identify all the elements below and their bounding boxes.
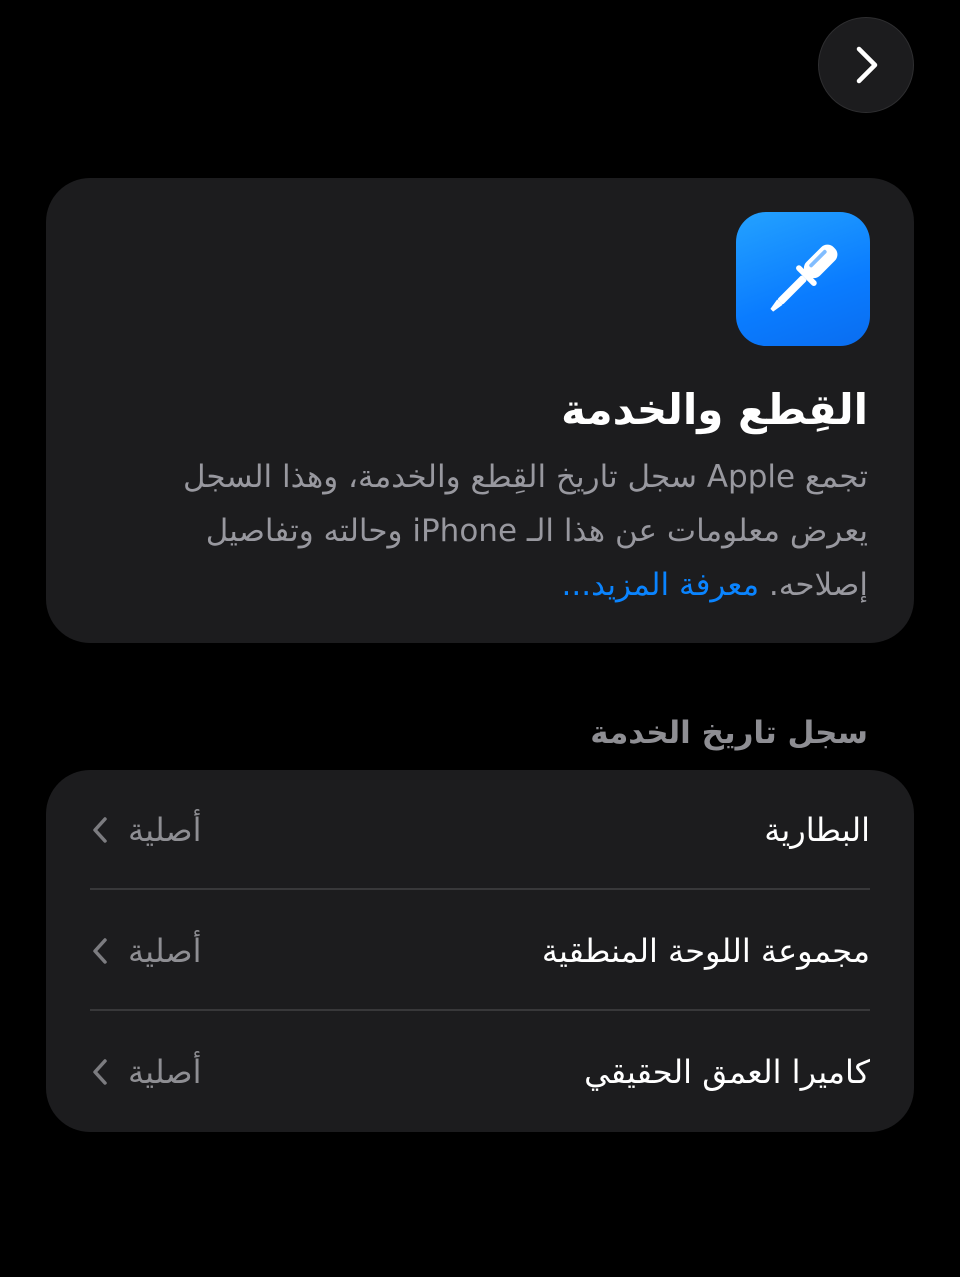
list-item-truedepth-camera[interactable]: كاميرا العمق الحقيقي أصلية	[46, 1012, 914, 1132]
chevron-left-icon	[93, 1059, 107, 1085]
list-item-logic-board[interactable]: مجموعة اللوحة المنطقية أصلية	[46, 891, 914, 1011]
screwdriver-icon	[770, 244, 838, 312]
list-item-battery[interactable]: البطارية أصلية	[46, 770, 914, 890]
chevron-left-icon	[93, 938, 107, 964]
app-icon	[736, 212, 870, 346]
section-header: سجل تاريخ الخدمة	[590, 715, 868, 751]
chevron-left-icon	[93, 817, 107, 843]
list-item-value: أصلية	[90, 1050, 201, 1094]
service-history-list: البطارية أصلية مجموعة اللوحة المنطقية أص…	[46, 770, 914, 1132]
chevron-right-icon	[856, 46, 878, 84]
info-card: القِطع والخدمة تجمع Apple سجل تاريخ القِ…	[46, 178, 914, 643]
status-text: أصلية	[128, 811, 202, 849]
forward-button[interactable]	[818, 17, 914, 113]
card-description: تجمع Apple سجل تاريخ القِطع والخدمة، وهذ…	[124, 450, 868, 612]
parts-and-service-page: القِطع والخدمة تجمع Apple سجل تاريخ القِ…	[0, 0, 960, 1277]
card-title: القِطع والخدمة	[561, 385, 868, 434]
list-item-value: أصلية	[90, 808, 201, 852]
status-text: أصلية	[128, 1053, 202, 1091]
list-item-label: كاميرا العمق الحقيقي	[584, 1053, 870, 1091]
list-item-label: البطارية	[764, 811, 870, 849]
list-item-value: أصلية	[90, 929, 201, 973]
description-text: تجمع Apple سجل تاريخ القِطع والخدمة، وهذ…	[182, 459, 868, 603]
divider	[90, 888, 870, 890]
learn-more-link[interactable]: معرفة المزيد...	[562, 567, 760, 603]
list-item-label: مجموعة اللوحة المنطقية	[541, 932, 870, 970]
status-text: أصلية	[128, 932, 202, 970]
divider	[90, 1009, 870, 1011]
